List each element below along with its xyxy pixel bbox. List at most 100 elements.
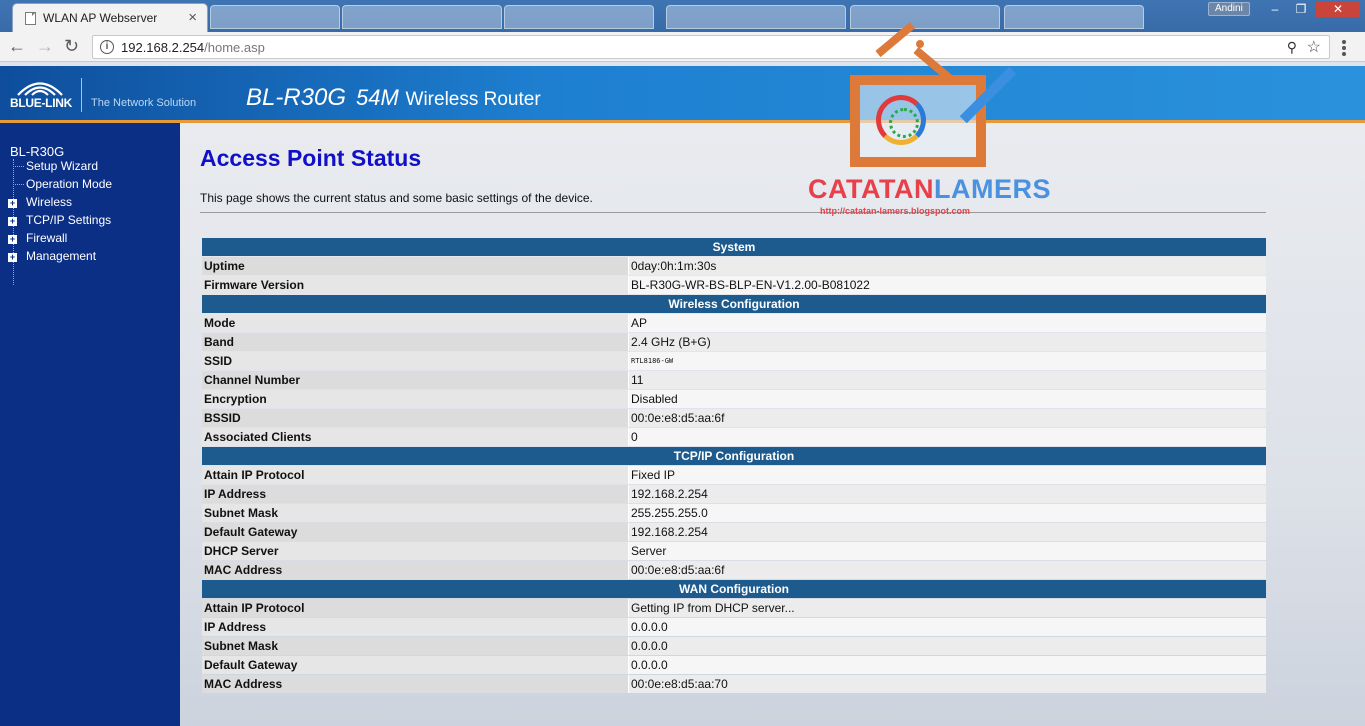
url-path: /home.asp [204, 40, 265, 55]
browser-tab[interactable] [210, 5, 340, 29]
table-row: Attain IP Protocol Getting IP from DHCP s… [202, 599, 1266, 617]
window-close-icon[interactable]: ✕ [1316, 1, 1360, 17]
browser-tab[interactable] [342, 5, 502, 29]
star-icon[interactable]: ☆ [1307, 37, 1321, 57]
table-row: Default Gateway 0.0.0.0 [202, 656, 1266, 674]
tab-close-icon[interactable]: × [188, 9, 197, 26]
logo-arcs-icon [17, 82, 63, 96]
row-value: 255.255.255.0 [629, 504, 1266, 522]
sidebar-item-management[interactable]: Management [26, 249, 96, 263]
model-speed: 54M [356, 85, 399, 110]
reload-icon[interactable]: ↻ [64, 36, 79, 57]
row-label: Subnet Mask [202, 504, 629, 522]
row-label: Attain IP Protocol [202, 599, 629, 617]
row-label: SSID [202, 352, 629, 370]
row-value: 192.168.2.254 [629, 523, 1266, 541]
address-bar[interactable]: i 192.168.2.254/home.asp ⚲ ☆ [92, 35, 1330, 59]
page-favicon-icon [25, 12, 36, 25]
row-value: 192.168.2.254 [629, 485, 1266, 503]
browser-tab[interactable] [1004, 5, 1144, 29]
main-content: Access Point Status This page shows the … [180, 123, 1365, 726]
row-value: 0day:0h:1m:30s [629, 257, 1266, 275]
row-value: 2.4 GHz (B+G) [629, 333, 1266, 351]
row-label: IP Address [202, 618, 629, 636]
url-text: 192.168.2.254/home.asp [121, 40, 265, 55]
browser-tab[interactable] [666, 5, 846, 29]
row-value: Fixed IP [629, 466, 1266, 484]
row-label: IP Address [202, 485, 629, 503]
browser-tab[interactable] [504, 5, 654, 29]
row-value: 0.0.0.0 [629, 656, 1266, 674]
plus-icon[interactable]: + [8, 253, 17, 262]
table-row: Subnet Mask 0.0.0.0 [202, 637, 1266, 655]
table-row: Uptime 0day:0h:1m:30s [202, 257, 1266, 275]
row-label: Uptime [202, 257, 629, 275]
sidebar-root[interactable]: BL-R30G [10, 144, 64, 159]
row-value: 00:0e:e8:d5:aa:70 [629, 675, 1266, 693]
browser-tab[interactable] [850, 5, 1000, 29]
section-header: TCP/IP Configuration [202, 447, 1266, 465]
tab-title: WLAN AP Webserver [43, 11, 158, 25]
info-icon[interactable]: i [100, 40, 114, 54]
sidebar-item-setup-wizard[interactable]: Setup Wizard [26, 159, 98, 173]
back-icon[interactable]: ← [8, 36, 26, 57]
section-header: System [202, 238, 1266, 256]
minimize-icon[interactable]: – [1262, 1, 1288, 17]
page-description: This page shows the current status and s… [200, 191, 593, 205]
sidebar-item-firewall[interactable]: Firewall [26, 231, 67, 245]
section-title: System [202, 238, 1266, 256]
row-label: Attain IP Protocol [202, 466, 629, 484]
row-label: Mode [202, 314, 629, 332]
row-label: Encryption [202, 390, 629, 408]
menu-icon[interactable] [1342, 40, 1346, 58]
tree-guide [13, 184, 24, 185]
plus-icon[interactable]: + [8, 217, 17, 226]
forward-icon[interactable]: → [36, 36, 54, 57]
row-label: Default Gateway [202, 523, 629, 541]
section-header: WAN Configuration [202, 580, 1266, 598]
browser-tab-active[interactable]: WLAN AP Webserver × [12, 3, 208, 32]
row-value: 0.0.0.0 [629, 637, 1266, 655]
row-value: Server [629, 542, 1266, 560]
divider [200, 212, 1266, 213]
pin-icon[interactable]: ⚲ [1287, 39, 1297, 56]
sidebar-item-wireless[interactable]: Wireless [26, 195, 72, 209]
router-header: BLUE-LINK The Network Solution BL-R30G 54… [0, 66, 1365, 122]
browser-toolbar: ← → ↻ i 192.168.2.254/home.asp ⚲ ☆ [0, 32, 1365, 62]
row-label: Subnet Mask [202, 637, 629, 655]
row-value: AP [629, 314, 1266, 332]
row-value: BL-R30G-WR-BS-BLP-EN-V1.2.00-B081022 [629, 276, 1266, 294]
table-row: Subnet Mask 255.255.255.0 [202, 504, 1266, 522]
row-label: MAC Address [202, 675, 629, 693]
status-table: System Uptime 0day:0h:1m:30s Firmware Versi… [202, 237, 1266, 694]
section-title: Wireless Configuration [202, 295, 1266, 313]
row-label: Band [202, 333, 629, 351]
browser-tab-bar: WLAN AP Webserver × Andini – ❐ ✕ [0, 0, 1365, 32]
maximize-icon[interactable]: ❐ [1288, 1, 1314, 17]
model-description: Wireless Router [405, 89, 541, 110]
table-row: Default Gateway 192.168.2.254 [202, 523, 1266, 541]
table-row: SSID RTL8186-GW [202, 352, 1266, 370]
plus-icon[interactable]: + [8, 199, 17, 208]
table-row: Firmware Version BL-R30G-WR-BS-BLP-EN-V1.… [202, 276, 1266, 294]
row-label: Channel Number [202, 371, 629, 389]
table-row: IP Address 0.0.0.0 [202, 618, 1266, 636]
plus-icon[interactable]: + [8, 235, 17, 244]
row-label: Associated Clients [202, 428, 629, 446]
row-value: Disabled [629, 390, 1266, 408]
table-row: Band 2.4 GHz (B+G) [202, 333, 1266, 351]
table-row: Encryption Disabled [202, 390, 1266, 408]
sidebar-item-tcpip-settings[interactable]: TCP/IP Settings [26, 213, 111, 227]
sidebar-item-operation-mode[interactable]: Operation Mode [26, 177, 112, 191]
row-value: 0 [629, 428, 1266, 446]
section-header: Wireless Configuration [202, 295, 1266, 313]
table-row: Attain IP Protocol Fixed IP [202, 466, 1266, 484]
table-row: MAC Address 00:0e:e8:d5:aa:6f [202, 561, 1266, 579]
table-row: Associated Clients 0 [202, 428, 1266, 446]
row-label: Firmware Version [202, 276, 629, 294]
row-value: 00:0e:e8:d5:aa:6f [629, 409, 1266, 427]
brand-slogan: The Network Solution [91, 97, 197, 109]
profile-chip[interactable]: Andini [1208, 2, 1250, 16]
status-table-body: System Uptime 0day:0h:1m:30s Firmware Versi… [202, 238, 1266, 693]
row-label: Default Gateway [202, 656, 629, 674]
